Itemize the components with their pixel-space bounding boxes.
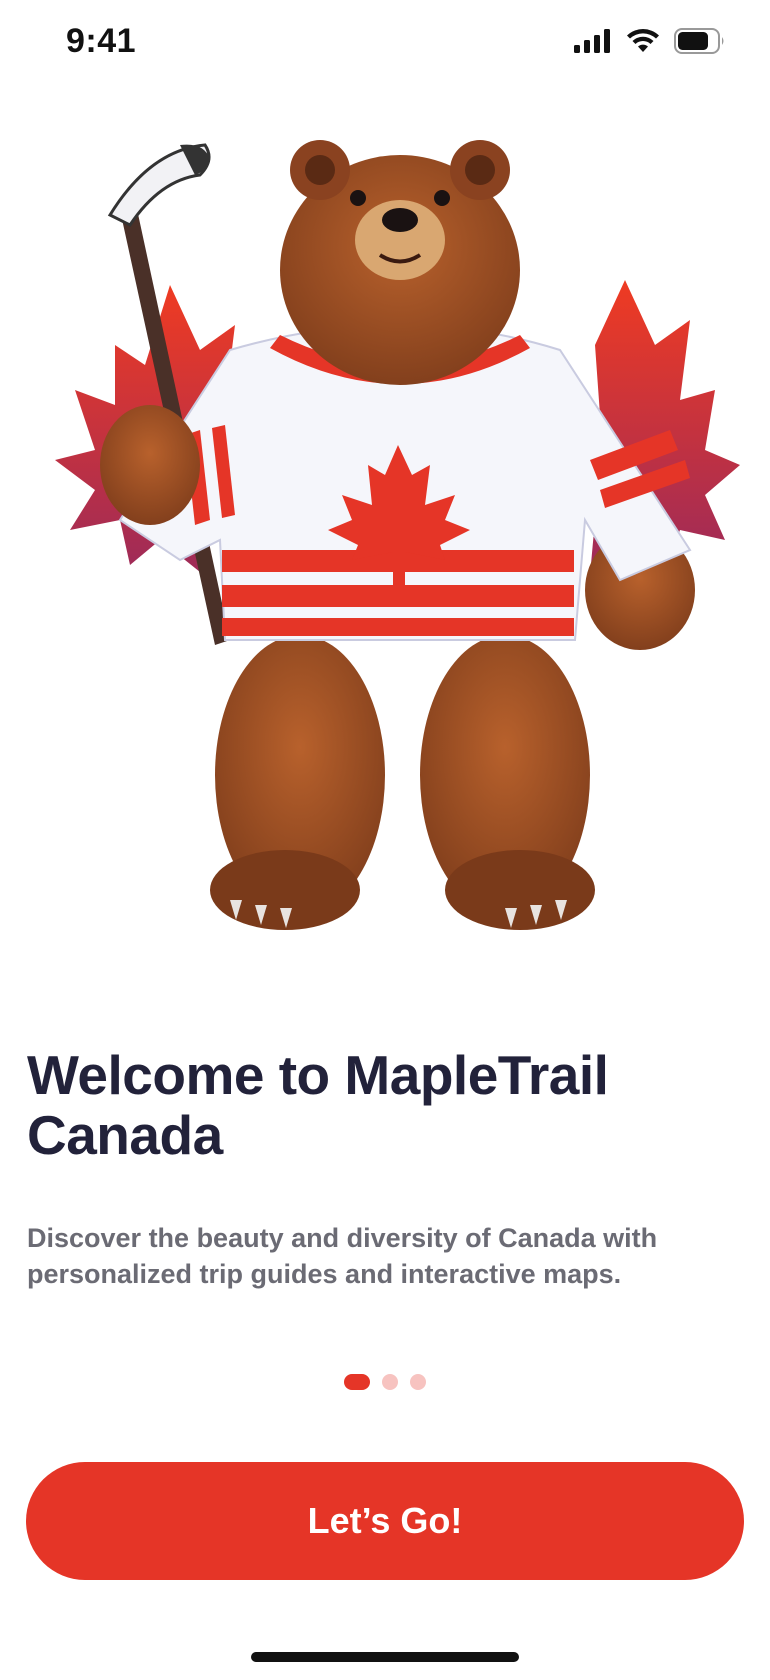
page-dot-2[interactable] [382, 1374, 398, 1390]
page-title: Welcome to MapleTrail Canada [27, 1044, 609, 1166]
home-indicator[interactable] [251, 1652, 519, 1662]
page-indicator [0, 1374, 770, 1390]
status-bar: 9:41 [0, 0, 770, 90]
page-dot-1-active[interactable] [344, 1374, 370, 1390]
bear-mascot-image [55, 140, 740, 930]
wifi-icon [627, 29, 659, 52]
status-icons [574, 28, 726, 54]
onboarding-description: Discover the beauty and diversity of Can… [27, 1223, 658, 1289]
signal-icon [574, 29, 610, 53]
status-time: 9:41 [66, 22, 137, 60]
battery-icon [674, 28, 724, 54]
lets-go-button[interactable]: Let’s Go! [26, 1462, 744, 1580]
hero-illustration [0, 120, 770, 950]
page-dot-3[interactable] [410, 1374, 426, 1390]
